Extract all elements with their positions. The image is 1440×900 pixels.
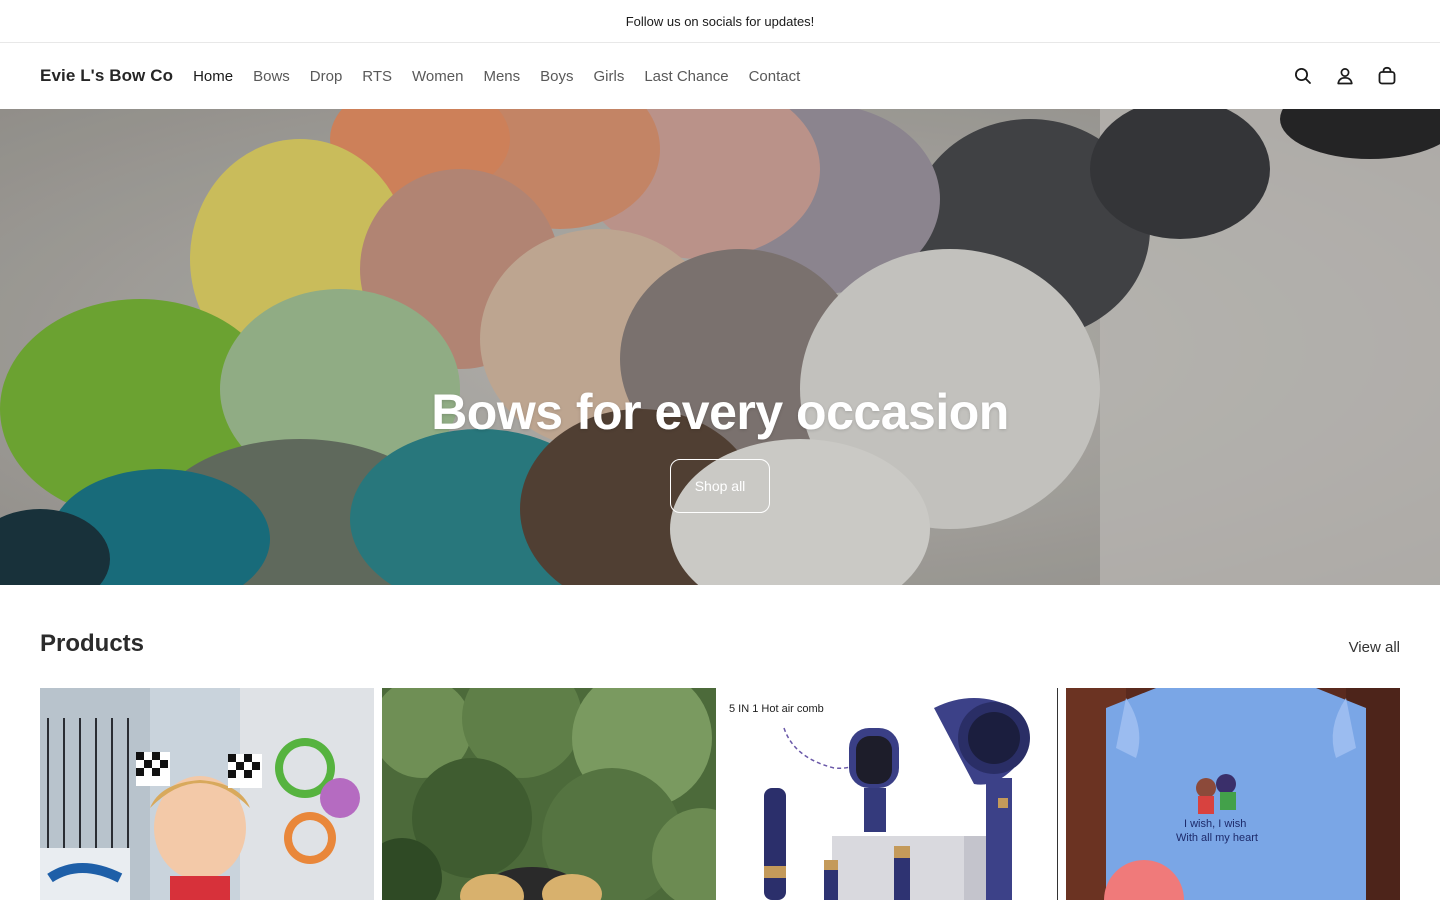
- hero-title: Bows for every occasion: [431, 384, 1009, 440]
- announcement-bar: Follow us on socials for updates!: [0, 0, 1440, 43]
- products-heading: Products: [40, 630, 145, 657]
- product-image-blue-shirt: [1066, 688, 1400, 900]
- nav-item-last-chance[interactable]: Last Chance: [644, 68, 728, 85]
- nav-item-rts[interactable]: RTS: [362, 68, 392, 85]
- product-card[interactable]: I wish, I wish With all my heart: [1066, 688, 1400, 900]
- product-image-caption-line1: I wish, I wish: [1184, 818, 1247, 830]
- store-logo[interactable]: Evie L's Bow Co: [40, 66, 173, 86]
- nav-item-drop[interactable]: Drop: [310, 68, 343, 85]
- nav-item-home[interactable]: Home: [193, 68, 233, 85]
- product-card[interactable]: [40, 688, 374, 900]
- account-icon[interactable]: [1332, 63, 1358, 89]
- nav-item-women[interactable]: Women: [412, 68, 463, 85]
- product-grid: 5 IN 1 Hot air comb I wish, I wish With …: [40, 688, 1400, 900]
- nav-item-girls[interactable]: Girls: [594, 68, 625, 85]
- nav-item-bows[interactable]: Bows: [253, 68, 290, 85]
- nav-item-contact[interactable]: Contact: [749, 68, 801, 85]
- product-card[interactable]: [382, 688, 716, 900]
- main-nav: Home Bows Drop RTS Women Mens Boys Girls…: [193, 68, 820, 85]
- cart-icon[interactable]: [1374, 63, 1400, 89]
- product-image-bow-outdoors: [382, 688, 716, 900]
- header-icons: [1274, 43, 1400, 109]
- hero-overlay: [0, 109, 1440, 585]
- view-all-link[interactable]: View all: [1349, 639, 1400, 656]
- shop-all-button[interactable]: Shop all: [670, 459, 770, 513]
- nav-item-mens[interactable]: Mens: [483, 68, 520, 85]
- search-icon[interactable]: [1290, 63, 1316, 89]
- product-image-toddler: [40, 688, 374, 900]
- site-header: Evie L's Bow Co Home Bows Drop RTS Women…: [0, 43, 1440, 109]
- product-card[interactable]: 5 IN 1 Hot air comb: [724, 688, 1058, 900]
- product-image-hot-air-comb: [724, 688, 1058, 900]
- product-image-caption-line2: With all my heart: [1176, 832, 1258, 844]
- announcement-text: Follow us on socials for updates!: [625, 13, 815, 29]
- hero-banner: Bows for every occasion Shop all: [0, 109, 1440, 585]
- product-image-caption: 5 IN 1 Hot air comb: [729, 703, 824, 715]
- nav-item-boys[interactable]: Boys: [540, 68, 573, 85]
